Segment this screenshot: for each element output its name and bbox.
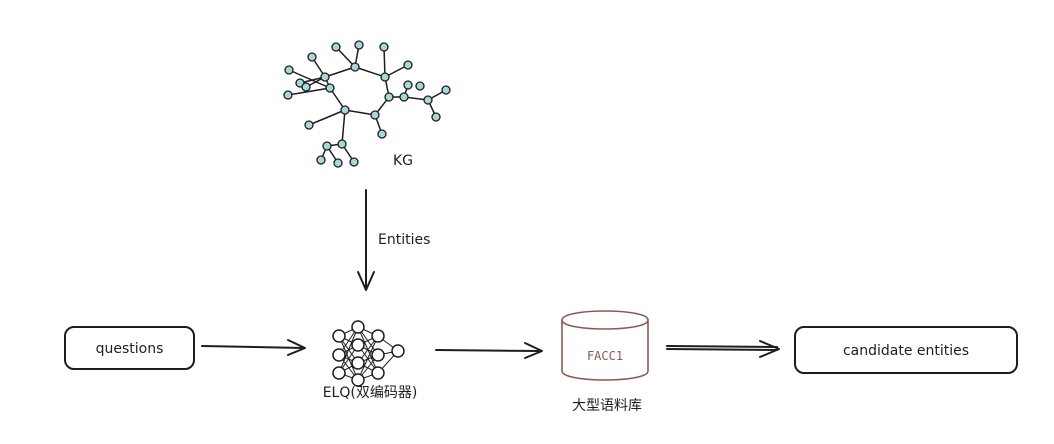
kg-node — [316, 155, 326, 165]
kg-node — [370, 110, 380, 120]
pipeline-diagram: KG Entities questions ELQ(双编码器) FACC1 大型… — [64, 40, 1018, 414]
kg-node — [403, 60, 413, 70]
kg-node — [350, 62, 360, 72]
neural-network-icon — [332, 320, 405, 387]
elq-label: ELQ(双编码器) — [323, 385, 418, 401]
kg-node — [284, 65, 294, 75]
kg-node — [340, 105, 350, 115]
kg-node — [379, 42, 389, 52]
facc1-label: FACC1 — [587, 349, 623, 363]
kg-node — [337, 139, 347, 149]
kg-node — [384, 92, 394, 102]
database-icon: FACC1 — [561, 310, 649, 381]
kg-edge — [354, 66, 386, 78]
kg-node — [423, 95, 433, 105]
candidate-entities-label: candidate entities — [843, 343, 969, 359]
nn-neuron — [391, 344, 405, 358]
kg-node — [304, 120, 314, 130]
nn-neuron — [371, 366, 385, 380]
candidate-entities-node: candidate entities — [794, 326, 1018, 374]
kg-node — [307, 52, 317, 62]
nn-neuron — [371, 329, 385, 343]
corpus-label: 大型语料库 — [572, 398, 642, 414]
kg-node — [325, 83, 335, 93]
kg-node — [322, 141, 332, 151]
arrow-questions-to-elq — [201, 339, 306, 356]
kg-node — [431, 112, 441, 122]
nn-neuron — [351, 356, 365, 370]
kg-node — [354, 40, 364, 50]
nn-neuron — [332, 348, 346, 362]
kg-node — [301, 82, 311, 92]
kg-node — [320, 72, 330, 82]
kg-node — [333, 158, 343, 168]
kg-node — [283, 90, 293, 100]
arrow-elq-to-facc1 — [435, 342, 543, 359]
nn-neuron — [371, 348, 385, 362]
nn-neuron — [351, 338, 365, 352]
questions-label: questions — [96, 341, 164, 357]
knowledge-graph — [283, 40, 451, 168]
entities-label: Entities — [378, 232, 430, 248]
nn-neuron — [332, 366, 346, 380]
kg-node — [380, 72, 390, 82]
kg-node — [399, 92, 409, 102]
kg-edge — [324, 66, 356, 78]
kg-node — [441, 85, 451, 95]
kg-edge — [308, 109, 346, 126]
kg-node — [415, 81, 425, 91]
kg-node — [377, 129, 387, 139]
kg-node — [331, 42, 341, 52]
kg-node — [403, 80, 413, 90]
nn-neuron — [351, 320, 365, 334]
questions-node: questions — [64, 326, 195, 370]
kg-edge — [341, 109, 346, 145]
arrow-facc1-to-candidates — [666, 340, 780, 358]
entities-arrow — [357, 189, 375, 291]
kg-label: KG — [393, 153, 413, 169]
nn-neuron — [332, 329, 346, 343]
kg-node — [349, 157, 359, 167]
